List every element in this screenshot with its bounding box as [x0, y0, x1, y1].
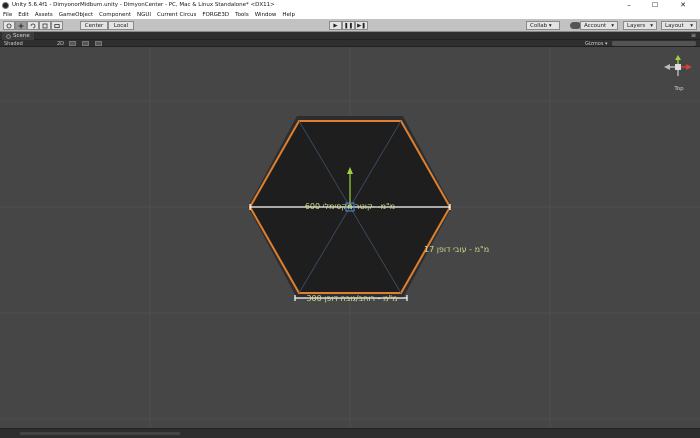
orientation-gizmo[interactable]: Top — [664, 55, 692, 92]
menu-ngui[interactable]: NGUI — [134, 12, 154, 18]
playback-controls: ▶ ❚❚ ▶❚ — [329, 21, 368, 30]
window-titlebar: Unity 5.6.4f1 - DimyonorMidburn.unity - … — [0, 0, 700, 10]
gizmos-dropdown[interactable]: Gizmos ▾ — [585, 40, 608, 47]
console-message-area[interactable] — [20, 432, 180, 435]
rotate-icon — [30, 23, 36, 28]
wall-width-annotation: 300 מ"מ - רוחב/גובה דופן — [306, 294, 397, 303]
menu-help[interactable]: Help — [279, 12, 298, 18]
move-icon — [18, 23, 24, 28]
account-label: Account — [584, 22, 607, 29]
step-icon: ▶❚ — [357, 22, 366, 29]
gizmo-center-cube[interactable] — [675, 64, 681, 70]
toggle-2d-label: 2D — [57, 40, 65, 47]
chevron-down-icon: ▾ — [611, 22, 614, 29]
menu-current-circus[interactable]: Current Circus — [154, 12, 199, 18]
collab-label: Collab ▾ — [530, 22, 552, 29]
scale-tool-button[interactable] — [39, 21, 51, 30]
maximize-button[interactable]: ☐ — [644, 0, 666, 10]
window-title: Unity 5.6.4f1 - DimyonorMidburn.unity - … — [12, 2, 275, 8]
menu-tools[interactable]: Tools — [232, 12, 252, 18]
play-icon: ▶ — [333, 22, 338, 29]
layout-label: Layout — [665, 22, 684, 29]
menu-edit[interactable]: Edit — [15, 12, 32, 18]
scene-tab-label: Scene — [13, 33, 30, 39]
unity-logo-icon — [2, 1, 9, 9]
status-bar — [0, 428, 700, 438]
menu-assets[interactable]: Assets — [32, 12, 56, 18]
shading-mode-dropdown[interactable]: Shaded — [4, 40, 23, 47]
account-dropdown[interactable]: Account ▾ — [580, 21, 618, 30]
step-button[interactable]: ▶❚ — [355, 21, 368, 30]
pivot-toggles: Center Local — [80, 21, 134, 30]
gizmo-y-cone-icon[interactable] — [675, 55, 681, 60]
max-diameter-annotation: 600 מ"מ - קוטר מקסימלי — [305, 202, 395, 211]
menu-component[interactable]: Component — [96, 12, 134, 18]
scene-view-toolbar: Shaded 2D Gizmos ▾ — [0, 40, 700, 47]
gizmo-neg-x-cone-icon[interactable] — [664, 64, 670, 70]
orientation-label: Top — [673, 86, 684, 92]
menu-bar: File Edit Assets GameObject Component NG… — [0, 10, 700, 19]
effects-toggle-icon[interactable] — [95, 41, 102, 46]
chevron-down-icon: ▾ — [650, 22, 653, 29]
menu-gameobject[interactable]: GameObject — [56, 12, 96, 18]
hand-tool-button[interactable] — [3, 21, 15, 30]
scene-viewport[interactable]: 600 מ"מ - קוטר מקסימלי 17 מ"מ - עובי דופ… — [0, 47, 700, 428]
gizmos-label: Gizmos ▾ — [585, 40, 608, 47]
panel-thickness-annotation: 17 מ"מ - עובי דופן — [424, 245, 489, 254]
minimize-button[interactable]: – — [618, 0, 640, 10]
menu-file[interactable]: File — [0, 12, 15, 18]
layers-dropdown[interactable]: Layers ▾ — [623, 21, 657, 30]
pivot-local-toggle[interactable]: Local — [108, 21, 134, 30]
pause-button[interactable]: ❚❚ — [342, 21, 355, 30]
scene-search-input[interactable] — [612, 41, 696, 46]
transform-tools — [3, 21, 63, 30]
chevron-down-icon: ▾ — [690, 22, 693, 29]
play-button[interactable]: ▶ — [329, 21, 342, 30]
lighting-toggle-icon[interactable] — [69, 41, 76, 46]
pause-icon: ❚❚ — [343, 22, 354, 29]
rect-tool-icon — [54, 23, 60, 28]
main-toolbar: Center Local ▶ ❚❚ ▶❚ Collab ▾ Account ▾ … — [0, 19, 700, 32]
hand-icon — [6, 23, 12, 28]
tab-menu-icon[interactable]: ≡ — [691, 32, 696, 39]
scene-tab-icon — [6, 33, 11, 39]
tab-scene[interactable]: Scene — [2, 32, 34, 40]
collab-dropdown[interactable]: Collab ▾ — [526, 21, 560, 30]
pivot-local-label: Local — [113, 22, 129, 29]
gizmo-x-cone-icon[interactable] — [686, 64, 692, 70]
rect-tool-button[interactable] — [51, 21, 63, 30]
menu-window[interactable]: Window — [252, 12, 280, 18]
layout-dropdown[interactable]: Layout ▾ — [661, 21, 697, 30]
audio-toggle-icon[interactable] — [82, 41, 89, 46]
close-button[interactable]: ✕ — [672, 0, 694, 10]
rotate-tool-button[interactable] — [27, 21, 39, 30]
toggle-2d-button[interactable]: 2D — [57, 40, 64, 47]
move-tool-button[interactable] — [15, 21, 27, 30]
scene-tab-bar: Scene ≡ — [0, 32, 700, 40]
shading-mode-label: Shaded — [4, 40, 23, 47]
pivot-center-label: Center — [84, 22, 104, 29]
scale-icon — [42, 23, 48, 28]
pivot-center-toggle[interactable]: Center — [80, 21, 108, 30]
scene-canvas[interactable]: 600 מ"מ - קוטר מקסימלי 17 מ"מ - עובי דופ… — [0, 47, 700, 428]
menu-forge3d[interactable]: FORGE3D — [199, 12, 232, 18]
layers-label: Layers — [627, 22, 646, 29]
